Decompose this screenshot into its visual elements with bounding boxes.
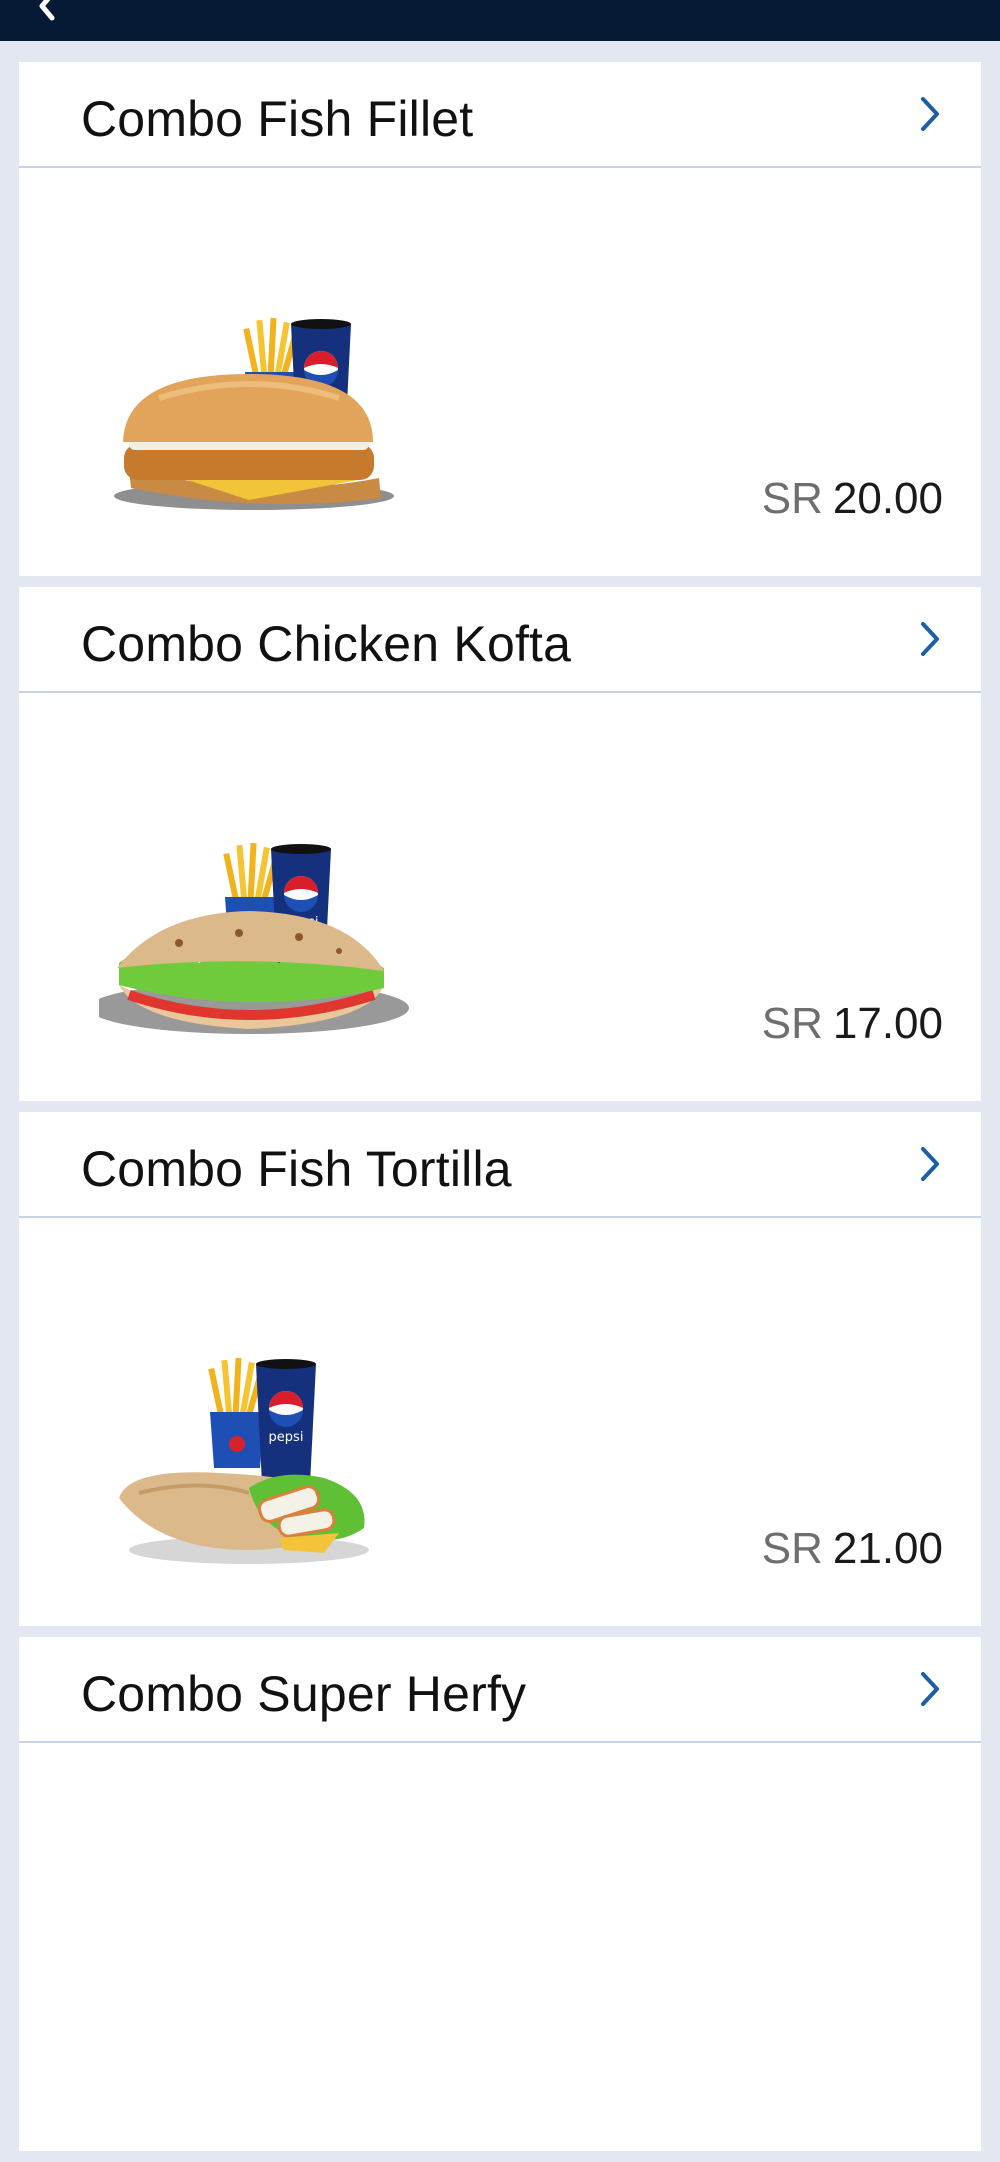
price-amount: 17.00 [832, 999, 943, 1048]
item-title: Combo Super Herfy [81, 1666, 527, 1722]
price-currency: SR [761, 1524, 823, 1573]
item-price: SR 21.00 [762, 1524, 943, 1574]
kofta-wrap-icon [117, 911, 384, 1029]
chevron-right-icon[interactable] [917, 93, 943, 135]
svg-text:pepsi: pepsi [269, 1430, 304, 1445]
item-body[interactable] [19, 1743, 981, 2151]
chevron-right-icon[interactable] [917, 1668, 943, 1710]
drink-cup-icon: pepsi [256, 1359, 316, 1484]
fish-fillet-combo-image: pepsi [114, 317, 394, 510]
price-amount: 21.00 [832, 1524, 943, 1573]
price-amount: 20.00 [832, 474, 943, 523]
price-currency: SR [761, 474, 823, 523]
chevron-right-icon[interactable] [917, 1143, 943, 1185]
list-item[interactable]: Combo Chicken Kofta SR 17.00 [19, 587, 981, 1101]
chevron-left-icon[interactable] [28, 0, 68, 26]
item-body[interactable]: pepsi SR17.00 [19, 693, 981, 1101]
item-body[interactable]: pepsi SR20.00 [19, 168, 981, 576]
item-header[interactable]: Combo Chicken Kofta [19, 587, 981, 693]
list-item[interactable]: Combo Fish Fillet SR 20.00 [19, 62, 981, 576]
fish-burger-icon [123, 374, 381, 505]
price-currency: SR [761, 999, 823, 1048]
item-price: SR 17.00 [762, 999, 943, 1049]
top-app-bar [0, 0, 1000, 41]
item-title: Combo Fish Tortilla [81, 1141, 512, 1197]
item-title: Combo Fish Fillet [81, 91, 474, 147]
item-price: SR 20.00 [762, 474, 943, 524]
item-header[interactable]: Combo Fish Tortilla [19, 1112, 981, 1218]
item-header[interactable]: Combo Super Herfy [19, 1637, 981, 1743]
item-body[interactable]: pepsi SR 21.00 [19, 1218, 981, 1626]
list-item[interactable]: Combo Super Herfy [19, 1637, 981, 2151]
list-item[interactable]: Combo Fish Tortilla pepsi SR 21.00 [19, 1112, 981, 1626]
item-header[interactable]: Combo Fish Fillet [19, 62, 981, 168]
chicken-kofta-combo-image: pepsi [99, 842, 409, 1034]
combo-list: Combo Fish Fillet SR 20.00 Combo Chicken… [19, 62, 981, 2162]
chevron-right-icon[interactable] [917, 618, 943, 660]
item-title: Combo Chicken Kofta [81, 616, 572, 672]
fish-tortilla-wrap-icon [119, 1472, 365, 1553]
fish-tortilla-combo-image: pepsi [119, 1357, 369, 1564]
